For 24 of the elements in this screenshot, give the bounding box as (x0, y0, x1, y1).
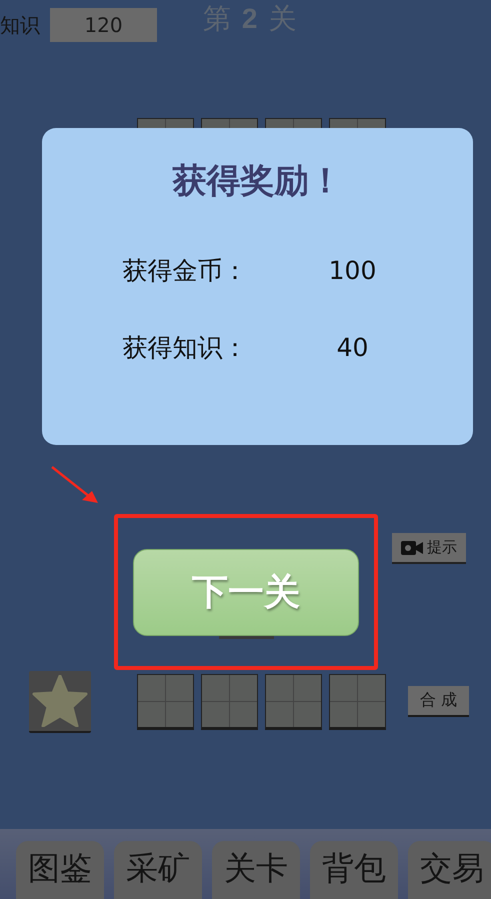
grid-tile (201, 674, 258, 730)
pointer-arrow (50, 465, 100, 505)
star-icon (32, 675, 88, 727)
camera-icon (401, 540, 423, 554)
nav-tab[interactable]: 交易 (408, 841, 491, 899)
reward-label: 获得金币： (122, 255, 248, 287)
stat-label: 知识 (0, 12, 41, 39)
reward-value: 40 (336, 333, 370, 362)
slot-edge (218, 636, 274, 639)
nav-tab[interactable]: 图鉴 (16, 841, 104, 899)
nav-tab[interactable]: 背包 (310, 841, 398, 899)
stat-value-field: 120 (50, 8, 157, 42)
dialog-title: 获得奖励！ (172, 160, 342, 203)
grid-tile (265, 674, 322, 730)
reward-value: 100 (328, 256, 378, 285)
hint-button[interactable]: 提示 (392, 533, 466, 564)
nav-tab[interactable]: 采矿 (114, 841, 202, 899)
next-level-button[interactable]: 下一关 (133, 549, 359, 636)
grid-tile (137, 674, 194, 730)
grid-tile (329, 674, 386, 730)
reward-label: 获得知识： (122, 332, 248, 364)
nav-tab[interactable]: 关卡 (212, 841, 300, 899)
star-slot[interactable] (29, 671, 91, 733)
combine-button[interactable]: 合 成 (408, 686, 469, 717)
